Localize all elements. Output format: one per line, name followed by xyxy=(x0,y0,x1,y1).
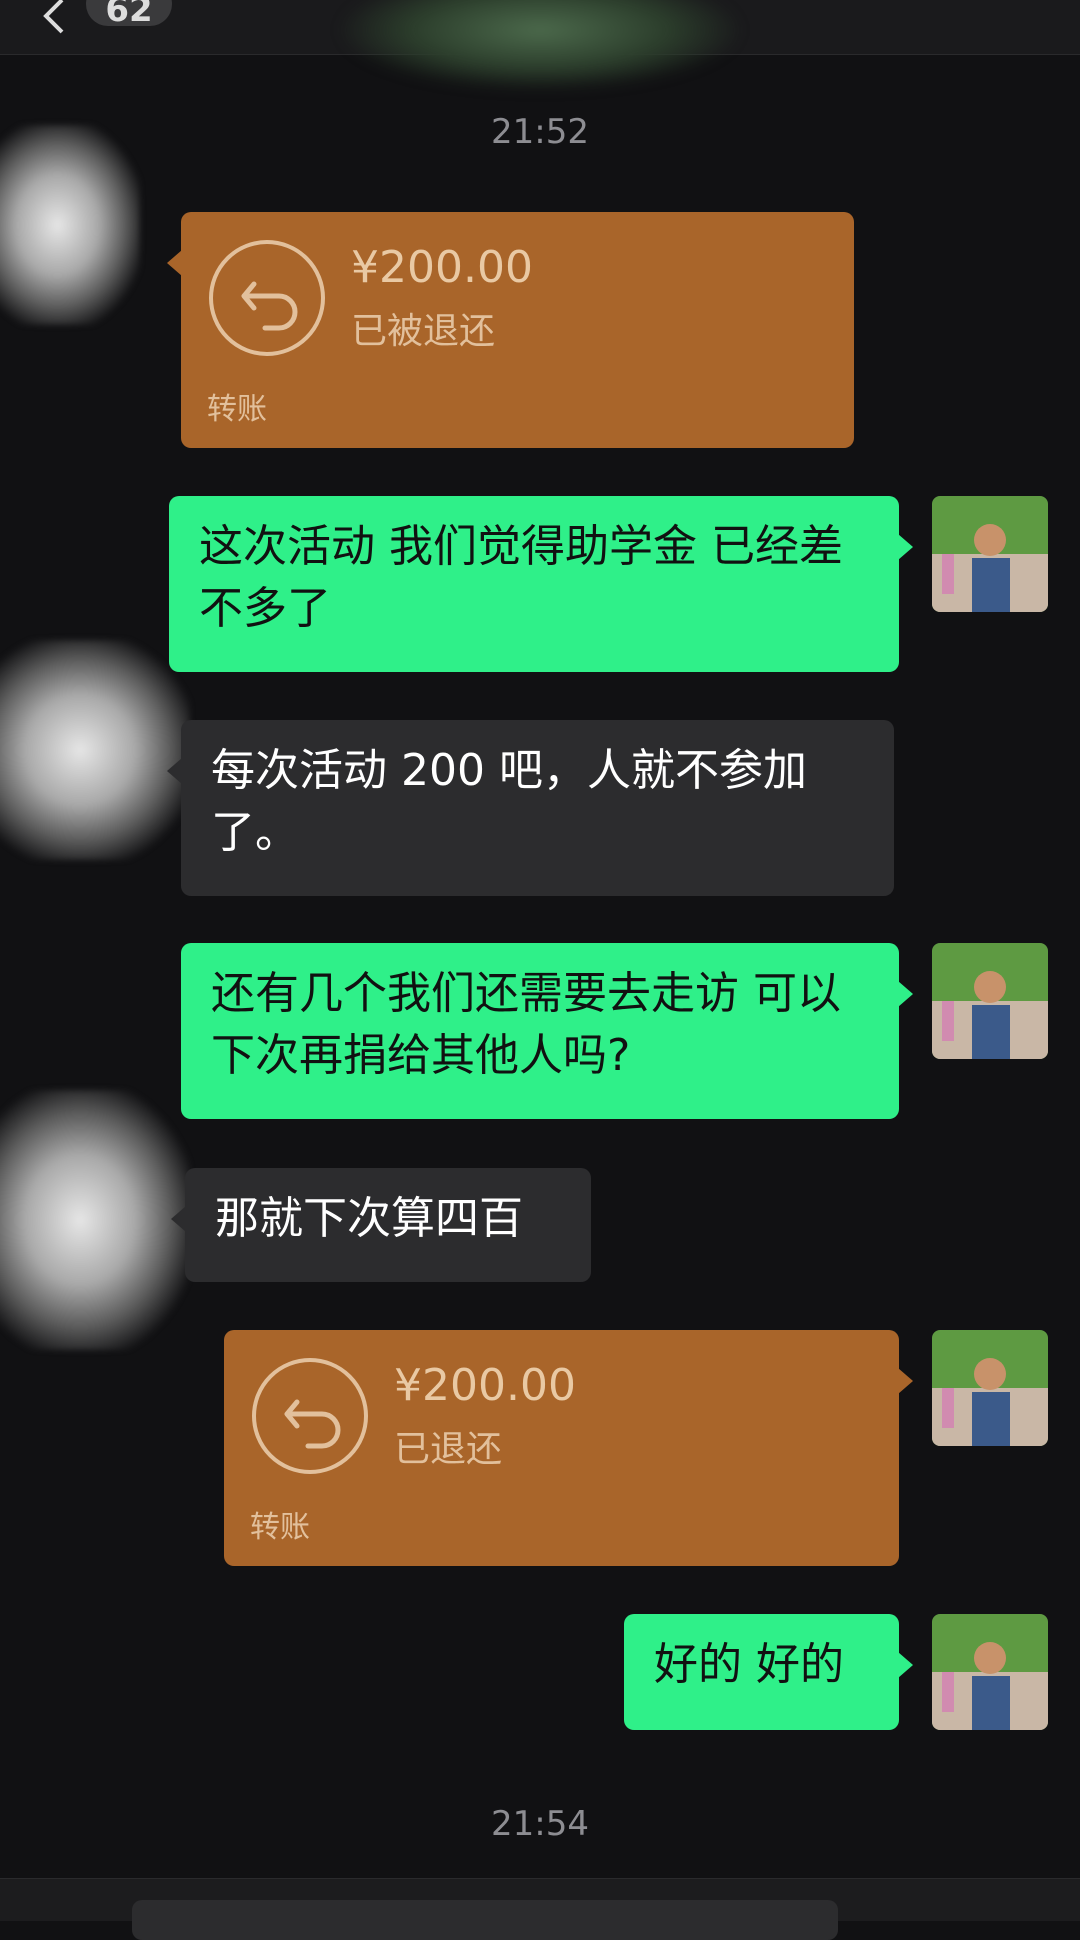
message-text: 每次活动 200 吧，人就不参加了。 xyxy=(211,745,807,858)
transfer-card[interactable]: ¥200.00 已退还 转账 xyxy=(224,1330,913,1566)
transfer-amount: ¥200.00 xyxy=(394,1360,576,1411)
refund-arrow-icon xyxy=(209,240,325,356)
message-text: 这次活动 我们觉得助学金 已经差不多了 xyxy=(199,521,843,634)
my-avatar[interactable] xyxy=(932,943,1048,1059)
chat-header: 62 xyxy=(0,0,1080,90)
my-message-bubble[interactable]: 这次活动 我们觉得助学金 已经差不多了 xyxy=(169,496,913,672)
avatar-photo xyxy=(932,496,1048,612)
avatar-photo xyxy=(932,1614,1048,1730)
contact-name-obscured xyxy=(340,0,740,90)
timestamp: 21:52 xyxy=(491,112,589,152)
my-avatar[interactable] xyxy=(932,1614,1048,1730)
my-avatar[interactable] xyxy=(932,496,1048,612)
refund-arrow-icon xyxy=(252,1358,368,1474)
transfer-amount: ¥200.00 xyxy=(351,242,533,293)
avatar-obscured[interactable] xyxy=(0,125,140,325)
avatar-obscured[interactable] xyxy=(0,1090,190,1350)
timestamp: 21:54 xyxy=(491,1804,589,1844)
message-input[interactable] xyxy=(132,1900,838,1940)
their-message-bubble[interactable]: 每次活动 200 吧，人就不参加了。 xyxy=(167,720,894,896)
chevron-left-icon[interactable] xyxy=(36,0,76,36)
transfer-status: 已退还 xyxy=(394,1429,503,1470)
transfer-status: 已被退还 xyxy=(351,311,496,352)
unread-count-badge[interactable]: 62 xyxy=(86,0,172,30)
my-message-bubble[interactable]: 还有几个我们还需要去走访 可以下次再捐给其他人吗? xyxy=(181,943,913,1119)
transfer-label: 转账 xyxy=(207,392,267,427)
avatar-obscured[interactable] xyxy=(0,640,190,860)
avatar-photo xyxy=(932,1330,1048,1446)
my-message-bubble[interactable]: 好的 好的 xyxy=(624,1614,913,1730)
message-text: 好的 好的 xyxy=(654,1639,844,1690)
message-text: 还有几个我们还需要去走访 可以下次再捐给其他人吗? xyxy=(211,968,841,1081)
transfer-card[interactable]: ¥200.00 已被退还 转账 xyxy=(167,212,854,448)
transfer-label: 转账 xyxy=(250,1510,310,1545)
their-message-bubble[interactable]: 那就下次算四百 xyxy=(171,1168,591,1282)
my-avatar[interactable] xyxy=(932,1330,1048,1446)
message-text: 那就下次算四百 xyxy=(215,1193,523,1244)
avatar-photo xyxy=(932,943,1048,1059)
